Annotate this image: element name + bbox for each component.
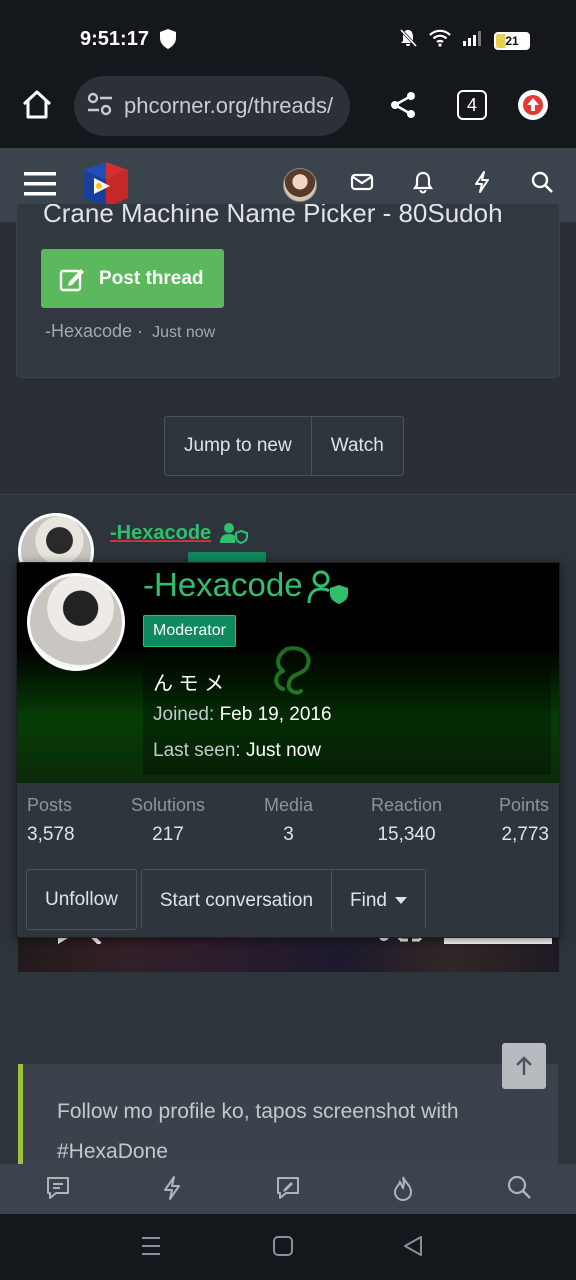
- quote-block: Follow mo profile ko, tapos screenshot w…: [18, 1064, 558, 1172]
- tab-switcher-button[interactable]: 4: [457, 90, 487, 120]
- system-navigation: [0, 1214, 576, 1280]
- joined-value: Feb 19, 2016: [219, 704, 332, 725]
- thread-actions: Jump to new Watch: [164, 416, 404, 476]
- watch-button[interactable]: Watch: [310, 417, 403, 475]
- arrow-up-icon: [516, 1056, 532, 1075]
- bolt-icon[interactable]: [472, 170, 492, 199]
- shield-icon: [158, 28, 178, 55]
- member-tooltip: -Hexacode Moderator ん モ メ Joined: Feb 19…: [16, 562, 560, 938]
- address-bar[interactable]: phcorner.org/threads/: [74, 76, 350, 136]
- url-text: phcorner.org/threads/: [124, 93, 334, 118]
- stat-value: 15,340: [377, 824, 436, 845]
- find-label: Find: [350, 889, 387, 911]
- mail-icon[interactable]: [350, 172, 374, 197]
- stat-solutions[interactable]: Solutions 217: [131, 795, 205, 846]
- thread-byline: -Hexacode · Just now: [45, 321, 215, 342]
- edit-icon: [59, 268, 84, 291]
- home-nav-icon[interactable]: [272, 1234, 294, 1263]
- caret-down-icon: [394, 896, 407, 904]
- stat-label: Points: [498, 795, 549, 815]
- start-conversation-button[interactable]: Start conversation: [141, 870, 332, 931]
- stat-reaction[interactable]: Reaction 15,340: [371, 795, 442, 846]
- stat-label: Media: [264, 795, 314, 815]
- battery-icon: 21: [494, 31, 530, 50]
- update-icon[interactable]: [518, 90, 548, 120]
- post-thread-button[interactable]: Post thread: [41, 249, 224, 308]
- post-thread-label: Post thread: [99, 267, 204, 289]
- last-seen-value: Just now: [245, 740, 321, 761]
- browser-toolbar: phcorner.org/threads/ 4: [0, 76, 576, 148]
- profile-motto: ん モ メ: [153, 673, 225, 695]
- stat-label: Posts: [27, 795, 73, 815]
- profile-action-group: Start conversation Find: [140, 869, 426, 931]
- user-shield-icon: [219, 521, 249, 550]
- recents-icon[interactable]: [140, 1234, 162, 1263]
- status-time: 9:51:17: [80, 28, 149, 50]
- bell-icon[interactable]: [412, 170, 434, 199]
- razer-logo-icon: [274, 646, 311, 695]
- byline-time: Just now: [152, 324, 216, 341]
- jump-to-new-button[interactable]: Jump to new: [165, 417, 311, 475]
- stat-label: Solutions: [131, 795, 206, 815]
- forums-icon[interactable]: [44, 1174, 72, 1207]
- bottom-navigation: [0, 1164, 576, 1214]
- post-username[interactable]: -Hexacode: [110, 522, 211, 545]
- status-bar: 9:51:17 21: [0, 0, 576, 76]
- byline-author[interactable]: -Hexacode: [45, 321, 132, 341]
- unfollow-button[interactable]: Unfollow: [26, 869, 137, 930]
- thread-title: Crane Machine Name Picker - 80Sudoh: [43, 204, 503, 228]
- wifi-icon: [428, 29, 452, 52]
- moderator-badge: Moderator: [143, 615, 236, 647]
- stat-media[interactable]: Media 3: [264, 795, 313, 846]
- new-post-icon[interactable]: [274, 1174, 302, 1207]
- stat-posts[interactable]: Posts 3,578: [27, 795, 75, 846]
- stat-value: 217: [152, 824, 184, 845]
- home-icon[interactable]: [20, 88, 54, 122]
- joined-label: Joined:: [153, 704, 215, 725]
- trending-fire-icon[interactable]: [390, 1174, 416, 1207]
- user-avatar[interactable]: [283, 168, 317, 202]
- profile-actions: Unfollow Start conversation Find: [26, 869, 426, 931]
- stat-value: 3: [283, 824, 294, 845]
- user-shield-icon: [307, 569, 351, 610]
- share-icon[interactable]: [388, 90, 418, 125]
- byline-separator: ·: [137, 321, 144, 341]
- profile-username[interactable]: -Hexacode: [143, 566, 303, 604]
- stat-label: Reaction: [371, 795, 443, 815]
- back-icon[interactable]: [402, 1234, 424, 1263]
- last-seen-label: Last seen:: [153, 740, 241, 761]
- find-dropdown[interactable]: Find: [331, 870, 425, 931]
- profile-banner: -Hexacode Moderator ん モ メ Joined: Feb 19…: [17, 563, 559, 783]
- stat-points[interactable]: Points 2,773: [499, 795, 549, 846]
- site-logo-icon[interactable]: [80, 160, 132, 210]
- last-seen-row: Last seen: Just now: [153, 740, 321, 762]
- quote-text: Follow mo profile ko, tapos screenshot w…: [57, 1100, 459, 1163]
- joined-row: Joined: Feb 19, 2016: [153, 704, 332, 726]
- signal-icon: [462, 30, 484, 51]
- hamburger-menu-icon[interactable]: [24, 170, 56, 203]
- stat-value: 2,773: [501, 824, 549, 845]
- scroll-to-top-button[interactable]: [502, 1043, 546, 1089]
- bolt-icon[interactable]: [160, 1174, 184, 1207]
- stat-value: 3,578: [27, 824, 75, 845]
- search-icon[interactable]: [530, 170, 554, 199]
- thread-card: Crane Machine Name Picker - 80Sudoh Post…: [16, 204, 560, 378]
- mute-icon: [398, 28, 418, 53]
- site-settings-icon[interactable]: [86, 91, 114, 122]
- search-icon[interactable]: [506, 1174, 532, 1205]
- profile-avatar[interactable]: [27, 573, 125, 671]
